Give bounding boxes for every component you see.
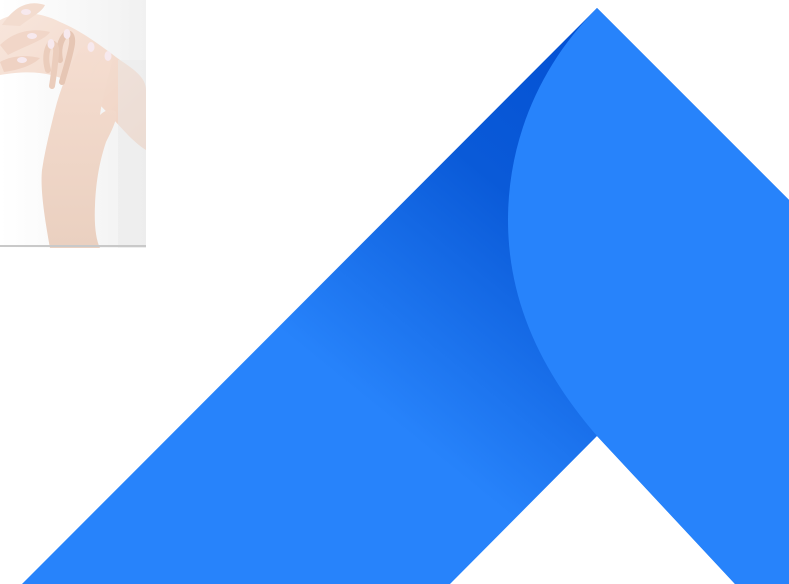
chevron-right-arm <box>508 8 789 584</box>
chevron-logo-mark <box>22 8 789 584</box>
slide-canvas <box>0 0 789 584</box>
